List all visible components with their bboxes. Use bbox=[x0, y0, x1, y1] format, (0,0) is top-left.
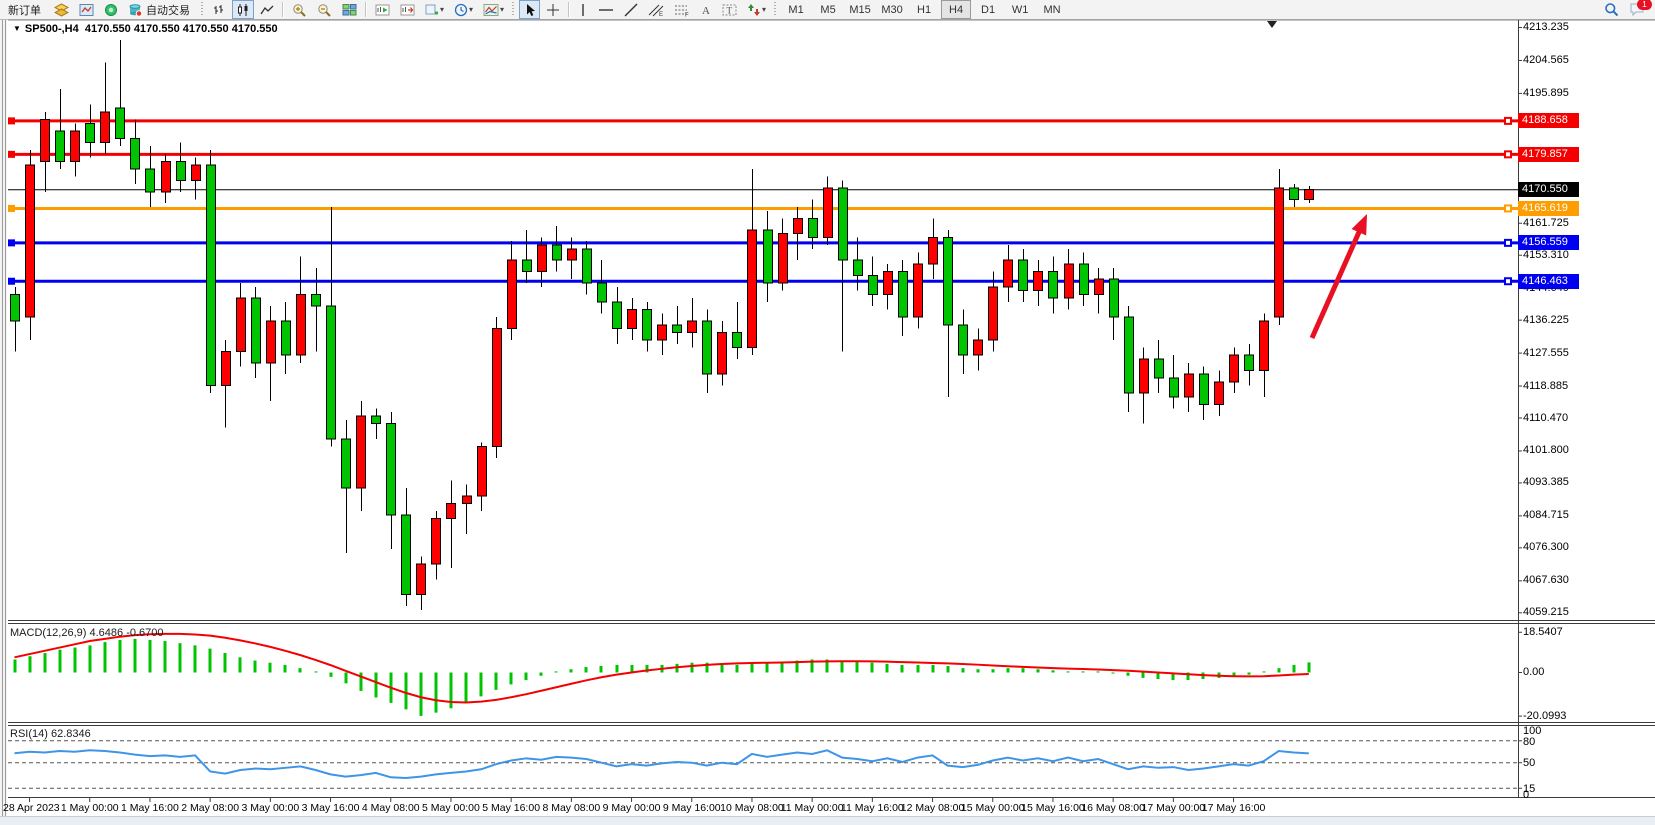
price-tick-label: 4195.895 bbox=[1523, 87, 1569, 99]
macd-label: MACD(12,26,9) 4.6486 -0.6700 bbox=[10, 627, 164, 639]
price-tick-label: 4093.385 bbox=[1523, 476, 1569, 488]
rsi-line bbox=[15, 750, 1309, 778]
date-label: 9 May 00:00 bbox=[603, 802, 661, 814]
line-handle[interactable] bbox=[8, 117, 15, 124]
price-tick-label: 4204.565 bbox=[1523, 54, 1569, 66]
price-tick-label: 4076.300 bbox=[1523, 541, 1569, 553]
ohlc-open: 4170.550 bbox=[85, 23, 131, 35]
rsi-value: 62.8346 bbox=[51, 728, 91, 740]
date-label: 11 May 00:00 bbox=[781, 802, 844, 814]
date-label: 3 May 00:00 bbox=[241, 802, 299, 814]
rsi-tick-label: 50 bbox=[1523, 757, 1535, 769]
rsi-tick-label: 0 bbox=[1523, 789, 1529, 801]
status-strip bbox=[0, 816, 1655, 825]
symbol-period-label: SP500-,H4 bbox=[25, 23, 79, 35]
line-anchor-dot bbox=[1506, 279, 1510, 283]
ohlc-high: 4170.550 bbox=[134, 23, 180, 35]
price-badge-4188.658: 4188.658 bbox=[1518, 113, 1579, 128]
date-label: 10 May 08:00 bbox=[720, 802, 784, 814]
macd-tick-label: 18.5407 bbox=[1523, 626, 1563, 638]
date-label: 3 May 16:00 bbox=[302, 802, 360, 814]
date-label: 17 May 16:00 bbox=[1202, 802, 1266, 814]
line-handle[interactable] bbox=[8, 151, 15, 158]
line-handle[interactable] bbox=[8, 278, 15, 285]
price-tick-label: 4084.715 bbox=[1523, 509, 1569, 521]
price-tick-label: 4067.630 bbox=[1523, 574, 1569, 586]
line-handle[interactable] bbox=[8, 239, 15, 246]
rsi-label: RSI(14) 62.8346 bbox=[10, 728, 91, 740]
price-tick-label: 4059.215 bbox=[1523, 606, 1569, 618]
date-label: 4 May 08:00 bbox=[362, 802, 420, 814]
date-label: 5 May 00:00 bbox=[422, 802, 480, 814]
rsi-name: RSI(14) bbox=[10, 728, 48, 740]
price-tick-label: 4153.310 bbox=[1523, 249, 1569, 261]
symbol-dropdown-icon[interactable]: ▼ bbox=[13, 24, 21, 33]
date-label: 15 May 16:00 bbox=[1021, 802, 1085, 814]
date-label: 5 May 16:00 bbox=[482, 802, 540, 814]
ohlc-low: 4170.550 bbox=[183, 23, 229, 35]
date-label: 12 May 08:00 bbox=[901, 802, 965, 814]
date-label: 11 May 16:00 bbox=[841, 802, 904, 814]
price-tick-label: 4161.725 bbox=[1523, 217, 1569, 229]
trading-platform-window: 新订单 自动交易 bbox=[0, 0, 1655, 825]
chart-canvas[interactable] bbox=[0, 0, 1655, 825]
chart-shift-marker[interactable] bbox=[1267, 21, 1277, 28]
date-label: 17 May 00:00 bbox=[1142, 802, 1206, 814]
price-tick-label: 4101.800 bbox=[1523, 444, 1569, 456]
price-badge-4179.857: 4179.857 bbox=[1518, 147, 1579, 162]
rsi-tick-label: 80 bbox=[1523, 736, 1535, 748]
date-label: 8 May 08:00 bbox=[542, 802, 600, 814]
macd-main-value: 4.6486 bbox=[89, 627, 123, 639]
price-tick-label: 4136.225 bbox=[1523, 314, 1569, 326]
chart-title: ▼ SP500-,H4 4170.550 4170.550 4170.550 41… bbox=[13, 23, 278, 35]
price-tick-label: 4110.470 bbox=[1523, 412, 1568, 424]
date-label: 16 May 08:00 bbox=[1081, 802, 1145, 814]
price-tick-label: 4118.885 bbox=[1523, 380, 1568, 392]
line-anchor-dot bbox=[1506, 119, 1510, 123]
candlesticks bbox=[11, 40, 1314, 610]
date-label: 15 May 00:00 bbox=[961, 802, 1025, 814]
date-label: 2 May 08:00 bbox=[181, 802, 239, 814]
line-anchor-dot bbox=[1506, 152, 1510, 156]
price-tick-label: 4213.235 bbox=[1523, 21, 1569, 33]
price-tick-label: 4127.555 bbox=[1523, 347, 1569, 359]
line-anchor-dot bbox=[1506, 241, 1510, 245]
price-badge-4170.550: 4170.550 bbox=[1518, 182, 1579, 197]
price-badge-4165.619: 4165.619 bbox=[1518, 201, 1579, 216]
price-badge-4156.559: 4156.559 bbox=[1518, 235, 1579, 250]
ohlc-close: 4170.550 bbox=[232, 23, 278, 35]
line-handle[interactable] bbox=[8, 205, 15, 212]
macd-signal-value: -0.6700 bbox=[126, 627, 163, 639]
price-badge-4146.463: 4146.463 bbox=[1518, 274, 1579, 289]
date-label: 1 May 00:00 bbox=[61, 802, 119, 814]
macd-name: MACD(12,26,9) bbox=[10, 627, 86, 639]
annotation-arrow-head[interactable] bbox=[1352, 214, 1367, 236]
line-anchor-dot bbox=[1506, 206, 1510, 210]
date-label: 9 May 16:00 bbox=[663, 802, 721, 814]
macd-tick-label: -20.0993 bbox=[1523, 710, 1566, 722]
date-label: 1 May 16:00 bbox=[121, 802, 179, 814]
macd-tick-label: 0.00 bbox=[1523, 666, 1544, 678]
date-label: 28 Apr 2023 bbox=[3, 802, 60, 814]
